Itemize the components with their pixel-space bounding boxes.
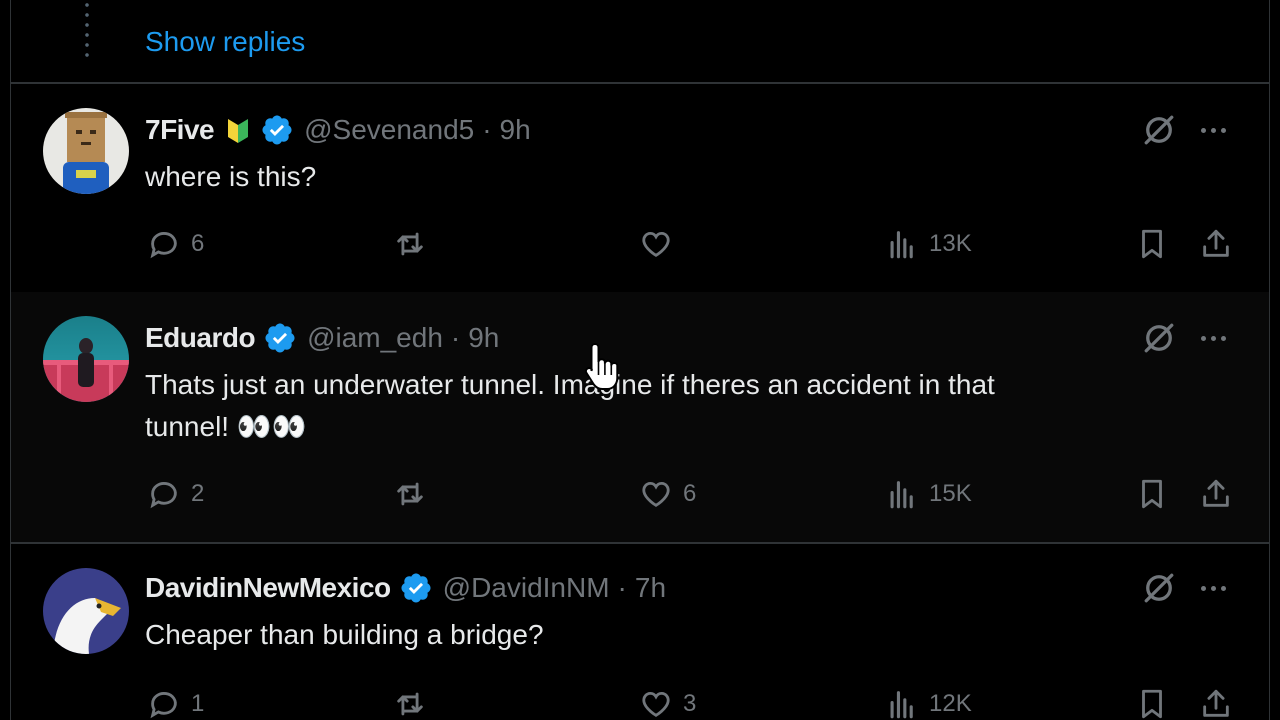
like-count: 3 (683, 690, 697, 717)
tweet-header: Eduardo @iam_edh · 9h (145, 320, 499, 356)
heart-icon (642, 691, 670, 717)
reply-count: 1 (191, 690, 205, 717)
user-handle[interactable]: @Sevenand5 (304, 114, 474, 146)
tweet-text: Cheaper than building a bridge? (145, 614, 1159, 656)
verified-badge-icon (265, 323, 295, 353)
retweet-button[interactable] (393, 474, 437, 514)
share-icon (1203, 689, 1229, 717)
separator-dot: · (482, 114, 492, 145)
analytics-icon (890, 481, 913, 509)
thread-dotted-line (85, 0, 89, 62)
action-bar: 6 13K (11, 224, 1269, 264)
tweet-text-line: where is this? (145, 161, 317, 192)
user-handle[interactable]: @iam_edh (307, 322, 443, 354)
timestamp[interactable]: 9h (468, 322, 499, 354)
avatar[interactable] (43, 316, 129, 402)
timestamp[interactable]: 7h (635, 572, 666, 604)
bookmark-icon (1142, 689, 1162, 719)
like-count: 6 (683, 480, 697, 507)
beginner-leaf-icon (228, 119, 249, 143)
bookmark-button[interactable] (1135, 224, 1169, 264)
avatar[interactable] (43, 568, 129, 654)
share-icon (1203, 229, 1229, 257)
share-button[interactable] (1199, 474, 1233, 514)
share-button[interactable] (1199, 684, 1233, 720)
timestamp[interactable]: 9h (500, 114, 531, 146)
reply-icon (150, 692, 177, 719)
reply-icon (150, 232, 177, 259)
views-button[interactable]: 15K (885, 474, 972, 514)
retweet-icon (397, 482, 423, 506)
mouse-pointer-icon (584, 342, 619, 390)
reply-count: 2 (191, 480, 205, 507)
verified-badge-icon (262, 115, 292, 145)
tweet-text: where is this? (145, 156, 1159, 198)
timeline-column: Show replies 7Five @Sevenand5 · 9h where… (10, 0, 1270, 720)
tweet-text-line: tunnel! 👀👀 (145, 411, 307, 442)
analytics-icon (890, 231, 913, 259)
user-handle[interactable]: @DavidInNM (443, 572, 610, 604)
verified-badge-icon (401, 573, 431, 603)
grok-icon[interactable] (1141, 570, 1177, 606)
display-name[interactable]: 7Five (145, 114, 215, 146)
show-replies-link[interactable]: Show replies (145, 26, 305, 58)
tweet-text-line: Cheaper than building a bridge? (145, 619, 544, 650)
tweet-text: Thats just an underwater tunnel. Imagine… (145, 364, 1159, 448)
avatar[interactable] (43, 108, 129, 194)
analytics-icon (890, 691, 913, 719)
views-button[interactable]: 12K (885, 684, 972, 720)
reply-button[interactable]: 1 (147, 684, 204, 720)
separator-dot: · (617, 572, 627, 603)
retweet-icon (397, 692, 423, 716)
action-bar: 1 3 12K (11, 684, 1269, 720)
reply-tweet[interactable]: Eduardo @iam_edh · 9h Thats just an unde… (11, 292, 1269, 544)
reply-button[interactable]: 6 (147, 224, 204, 264)
reply-button[interactable]: 2 (147, 474, 204, 514)
like-button[interactable]: 3 (639, 684, 696, 720)
views-button[interactable]: 13K (885, 224, 972, 264)
tweet-header: 7Five @Sevenand5 · 9h (145, 112, 531, 148)
share-button[interactable] (1199, 224, 1233, 264)
heart-icon (642, 231, 670, 257)
tweet-header: DavidinNewMexico @DavidInNM · 7h (145, 570, 666, 606)
view-count: 15K (929, 480, 972, 507)
display-name[interactable]: DavidinNewMexico (145, 572, 391, 604)
reply-tweet[interactable]: DavidinNewMexico @DavidInNM · 7h Cheaper… (11, 542, 1269, 720)
bookmark-button[interactable] (1135, 684, 1169, 720)
like-button[interactable] (639, 224, 683, 264)
thread-continuation: Show replies (11, 0, 1269, 84)
like-button[interactable]: 6 (639, 474, 696, 514)
bookmark-icon (1142, 229, 1162, 259)
bookmark-button[interactable] (1135, 474, 1169, 514)
view-count: 13K (929, 230, 972, 257)
action-bar: 2 6 15K (11, 474, 1269, 514)
more-options-icon[interactable] (1195, 112, 1231, 148)
tweet-text-line: Thats just an underwater tunnel. Imagine… (145, 369, 995, 400)
reply-count: 6 (191, 230, 205, 257)
bookmark-icon (1142, 479, 1162, 509)
retweet-button[interactable] (393, 684, 437, 720)
retweet-icon (397, 232, 423, 256)
more-options-icon[interactable] (1195, 570, 1231, 606)
display-name[interactable]: Eduardo (145, 322, 256, 354)
reply-icon (150, 482, 177, 509)
separator-dot: · (450, 322, 461, 353)
reply-tweet[interactable]: 7Five @Sevenand5 · 9h where is this? 6 1… (11, 84, 1269, 294)
retweet-button[interactable] (393, 224, 437, 264)
more-options-icon[interactable] (1195, 320, 1231, 356)
share-icon (1203, 479, 1229, 507)
grok-icon[interactable] (1141, 112, 1177, 148)
grok-icon[interactable] (1141, 320, 1177, 356)
heart-icon (642, 481, 670, 507)
view-count: 12K (929, 690, 972, 717)
